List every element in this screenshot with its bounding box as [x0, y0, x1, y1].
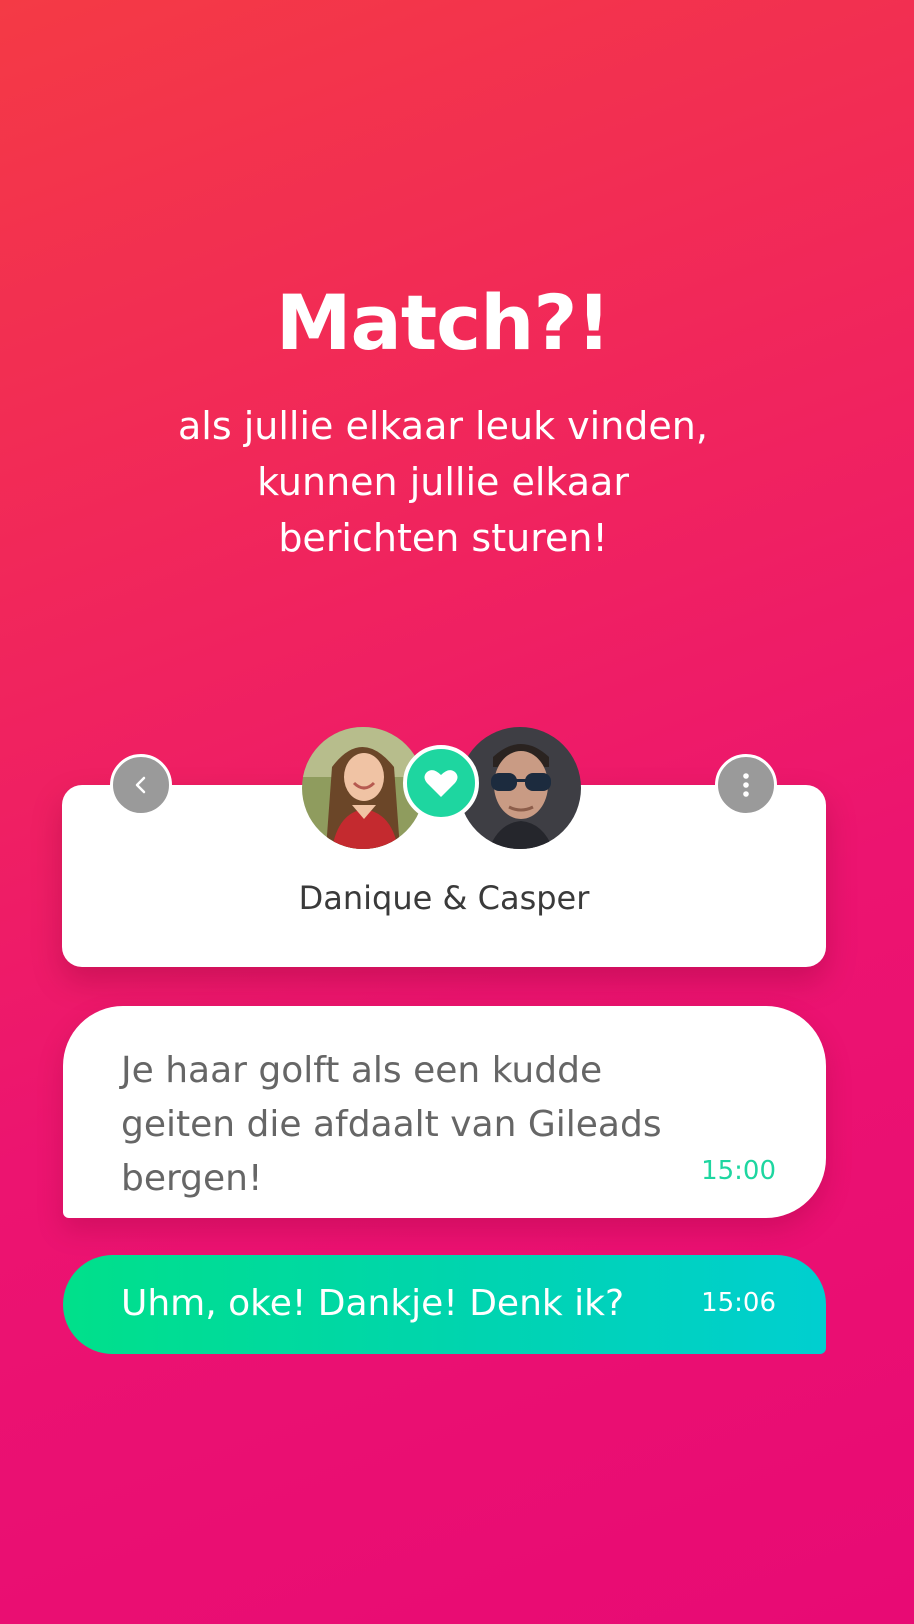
chevron-left-icon — [135, 776, 146, 794]
match-heart-badge — [403, 745, 479, 821]
message-time: 15:06 — [701, 1288, 776, 1318]
outgoing-message[interactable]: Uhm, oke! Dankje! Denk ik? 15:06 — [63, 1255, 826, 1354]
match-names: Danique & Casper — [298, 879, 590, 917]
back-button[interactable] — [110, 754, 172, 816]
heart-icon — [424, 770, 458, 797]
page-title: Match?! — [275, 278, 611, 367]
more-vertical-icon — [743, 773, 749, 797]
more-options-button[interactable] — [715, 754, 777, 816]
message-text: Uhm, oke! Dankje! Denk ik? — [121, 1283, 625, 1324]
message-time: 15:00 — [701, 1156, 776, 1186]
page-subtitle: als jullie elkaar leuk vinden, kunnen ju… — [178, 404, 708, 560]
incoming-message[interactable]: Je haar golft als een kudde geiten die a… — [63, 1006, 826, 1218]
message-text: Je haar golft als een kudde geiten die a… — [121, 1050, 662, 1199]
